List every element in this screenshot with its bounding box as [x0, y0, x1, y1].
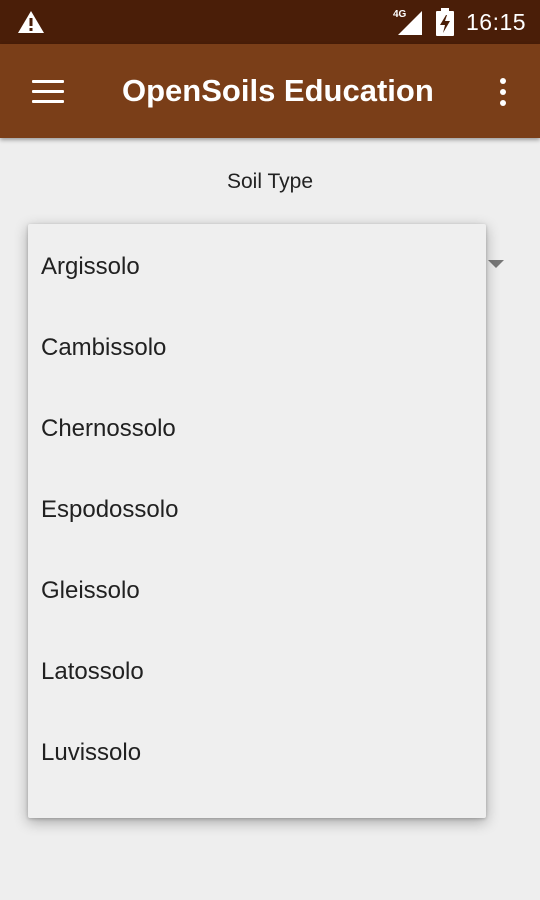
dropdown-option-latossolo[interactable]: Latossolo	[28, 631, 486, 712]
warning-icon	[18, 11, 44, 33]
soil-type-dropdown-menu: Argissolo Cambissolo Chernossolo Espodos…	[28, 224, 486, 818]
dropdown-option-luvissolo[interactable]: Luvissolo	[28, 712, 486, 793]
dropdown-option-espodossolo[interactable]: Espodossolo	[28, 469, 486, 550]
dropdown-option-argissolo[interactable]: Argissolo	[28, 226, 486, 307]
soil-type-label: Soil Type	[227, 170, 313, 193]
network-type-label: 4G	[393, 9, 407, 20]
clock-time: 16:15	[466, 9, 527, 35]
dropdown-arrow-icon[interactable]	[488, 260, 504, 268]
dropdown-option-gleissolo[interactable]: Gleissolo	[28, 550, 486, 631]
battery-charging-icon	[436, 8, 454, 36]
dropdown-option-chernossolo[interactable]: Chernossolo	[28, 388, 486, 469]
menu-icon[interactable]	[24, 70, 72, 112]
status-bar: 4G 16:15	[0, 0, 540, 44]
dropdown-option-cambissolo[interactable]: Cambissolo	[28, 307, 486, 388]
more-vert-icon[interactable]	[488, 72, 518, 112]
app-bar: OpenSoils Education	[0, 44, 540, 138]
app-title: OpenSoils Education	[122, 73, 434, 108]
